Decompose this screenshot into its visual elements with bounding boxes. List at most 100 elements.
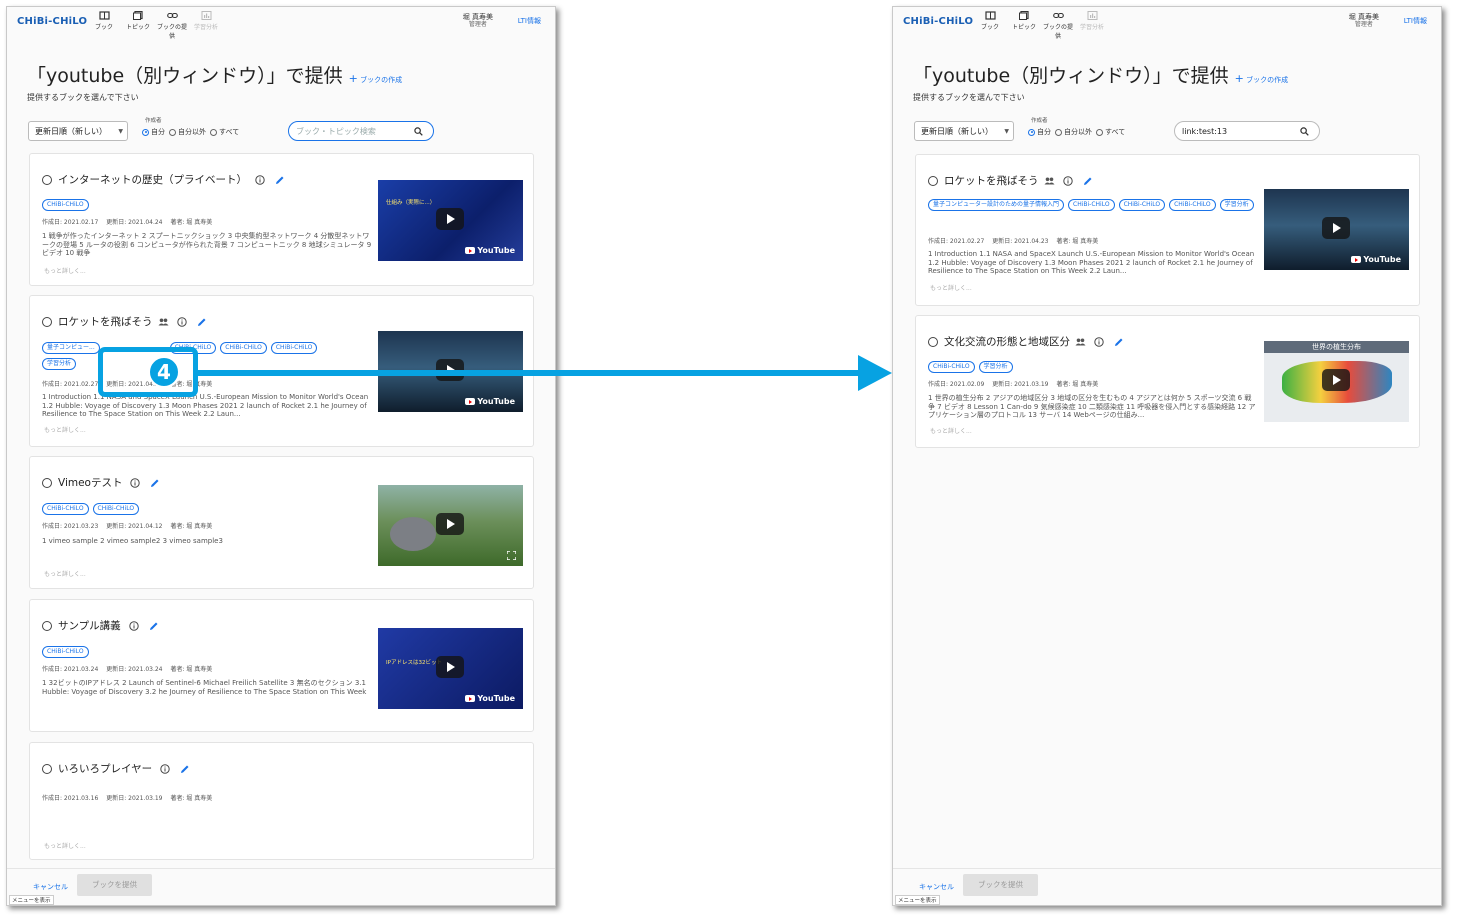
provide-book-button[interactable]: ブックを提供 — [963, 874, 1038, 896]
thumbnail-caption: 世界の植生分布 — [1264, 341, 1409, 353]
cancel-button[interactable]: キャンセル — [33, 882, 68, 892]
video-thumbnail[interactable]: IPアドレスは32ビット YouTube — [378, 628, 523, 709]
nav-book[interactable]: ブック — [973, 11, 1007, 40]
app-logo[interactable]: CHiBi-CHiLO — [17, 16, 87, 27]
play-icon[interactable] — [436, 208, 464, 230]
created-date: 作成日: 2021.02.09 — [928, 381, 985, 388]
user-info[interactable]: 堀 真寿美 管理者 — [463, 13, 493, 29]
book-card[interactable]: サンプル講義 CHiBi-CHiLO 作成日: 2021.03.24 更新日: … — [29, 599, 534, 732]
author-option-all[interactable]: すべて — [210, 127, 239, 137]
more-link[interactable]: もっと詳しく... — [44, 569, 86, 578]
book-card[interactable]: インターネットの歴史（プライベート） CHiBi-CHiLO 作成日: 2021… — [29, 153, 534, 286]
book-card[interactable]: いろいろプレイヤー 作成日: 2021.03.16 更新日: 2021.03.1… — [29, 742, 534, 860]
nav-topic[interactable]: トピック — [121, 11, 155, 40]
tag[interactable]: 量子コンピュー... — [42, 342, 100, 354]
more-link[interactable]: もっと詳しく... — [930, 283, 972, 292]
fullscreen-icon[interactable] — [507, 551, 516, 560]
tag[interactable]: 学習分析 — [978, 361, 1013, 373]
tag[interactable]: CHiBi-CHiLO — [220, 342, 267, 354]
author-option-others[interactable]: 自分以外 — [1055, 127, 1092, 137]
search-icon[interactable] — [414, 127, 423, 136]
select-radio[interactable] — [42, 620, 52, 631]
play-icon[interactable] — [436, 513, 464, 535]
sort-select[interactable]: 更新日順（新しい） ▼ — [914, 121, 1014, 141]
more-link[interactable]: もっと詳しく... — [44, 425, 86, 434]
tag[interactable]: 量子コンピューター設計のための量子情報入門 — [928, 199, 1065, 211]
book-card[interactable]: ロケットを飛ばそう 量子コンピューター設計のための量子情報入門 CHiBi-CH… — [915, 154, 1420, 306]
author-option-self[interactable]: 自分 — [1028, 127, 1051, 137]
nav-provide-book[interactable]: ブックの提供 — [1041, 11, 1075, 40]
author-label: 作成者 — [144, 116, 163, 124]
video-thumbnail[interactable] — [378, 485, 523, 566]
author-option-others[interactable]: 自分以外 — [169, 127, 206, 137]
tag[interactable]: CHiBi-CHiLO — [1068, 199, 1115, 211]
video-thumbnail[interactable]: YouTube — [1264, 189, 1409, 270]
select-radio[interactable] — [928, 336, 938, 347]
tag[interactable]: CHiBi-CHiLO — [42, 503, 89, 515]
pencil-icon[interactable] — [149, 621, 159, 631]
author-option-self[interactable]: 自分 — [142, 127, 165, 137]
select-radio[interactable] — [928, 175, 938, 186]
play-icon[interactable] — [1322, 217, 1350, 239]
book-meta: 作成日: 2021.03.24 更新日: 2021.03.24 著者: 堀 真寿… — [42, 664, 218, 673]
nav-book[interactable]: ブック — [87, 11, 121, 40]
provide-book-button[interactable]: ブックを提供 — [77, 874, 152, 896]
book-meta: 作成日: 2021.03.23 更新日: 2021.04.12 著者: 堀 真寿… — [42, 521, 218, 530]
more-link[interactable]: もっと詳しく... — [930, 426, 972, 435]
more-link[interactable]: もっと詳しく... — [44, 266, 86, 275]
radio-icon — [169, 128, 176, 136]
info-icon[interactable] — [1062, 175, 1073, 186]
select-radio[interactable] — [42, 316, 52, 327]
tag[interactable]: 学習分析 — [42, 358, 77, 370]
tag[interactable]: 学習分析 — [1219, 199, 1254, 211]
info-icon[interactable] — [130, 477, 141, 488]
info-icon[interactable] — [1094, 336, 1104, 347]
tag[interactable]: CHiBi-CHiLO — [42, 199, 89, 211]
search-input[interactable] — [1182, 125, 1297, 137]
book-card[interactable]: 文化交流の形態と地域区分 CHiBi-CHiLO 学習分析 作成日: 2021.… — [915, 315, 1420, 448]
pencil-icon[interactable] — [197, 317, 207, 327]
video-thumbnail[interactable]: 世界の植生分布 — [1264, 341, 1409, 422]
author-option-all[interactable]: すべて — [1096, 127, 1125, 137]
play-icon[interactable] — [436, 656, 464, 678]
tag[interactable]: CHiBi-CHiLO — [928, 361, 975, 373]
lti-info-link[interactable]: LTI情報 — [1404, 16, 1427, 26]
book-card[interactable]: Vimeoテスト CHiBi-CHiLO CHiBi-CHiLO 作成日: 20… — [29, 456, 534, 589]
tag[interactable]: CHiBi-CHiLO — [42, 646, 89, 658]
book-description: 1 vimeo sample 2 vimeo sample2 3 vimeo s… — [42, 537, 223, 545]
info-icon[interactable] — [160, 763, 170, 774]
arrow-right-icon — [858, 355, 892, 391]
pencil-icon[interactable] — [275, 175, 285, 185]
info-icon[interactable] — [255, 174, 265, 185]
plus-icon: + — [1234, 72, 1244, 85]
create-book-link[interactable]: + ブックの作成 — [1235, 72, 1288, 85]
select-radio[interactable] — [42, 477, 52, 488]
tag[interactable]: CHiBi-CHiLO — [1169, 199, 1216, 211]
info-icon[interactable] — [176, 316, 187, 327]
cancel-button[interactable]: キャンセル — [919, 882, 954, 892]
tag[interactable]: CHiBi-CHiLO — [270, 342, 318, 354]
page-title: 「youtube（別ウィンドウ）」で提供 — [913, 65, 1229, 87]
lti-info-link[interactable]: LTI情報 — [518, 16, 541, 26]
search-input[interactable] — [296, 125, 411, 137]
tag[interactable]: CHiBi-CHiLO — [92, 503, 140, 515]
pencil-icon[interactable] — [1083, 176, 1093, 186]
pencil-icon[interactable] — [1114, 337, 1124, 347]
sort-select[interactable]: 更新日順（新しい） ▼ — [28, 121, 128, 141]
nav-topic[interactable]: トピック — [1007, 11, 1041, 40]
play-icon[interactable] — [1322, 369, 1350, 391]
select-radio[interactable] — [42, 174, 52, 185]
info-icon[interactable] — [128, 620, 139, 631]
pencil-icon[interactable] — [150, 478, 160, 488]
create-book-link[interactable]: + ブックの作成 — [349, 72, 402, 85]
select-radio[interactable] — [42, 763, 52, 774]
user-info[interactable]: 堀 真寿美 管理者 — [1349, 13, 1379, 29]
app-logo[interactable]: CHiBi-CHiLO — [903, 16, 973, 27]
pencil-icon[interactable] — [180, 764, 190, 774]
tag[interactable]: CHiBi-CHiLO — [1118, 199, 1166, 211]
link-icon — [166, 12, 178, 19]
video-thumbnail[interactable]: 仕組み（実際に...） YouTube — [378, 180, 523, 261]
nav-provide-book[interactable]: ブックの提供 — [155, 11, 189, 40]
more-link[interactable]: もっと詳しく... — [44, 841, 86, 850]
search-icon[interactable] — [1300, 127, 1309, 136]
